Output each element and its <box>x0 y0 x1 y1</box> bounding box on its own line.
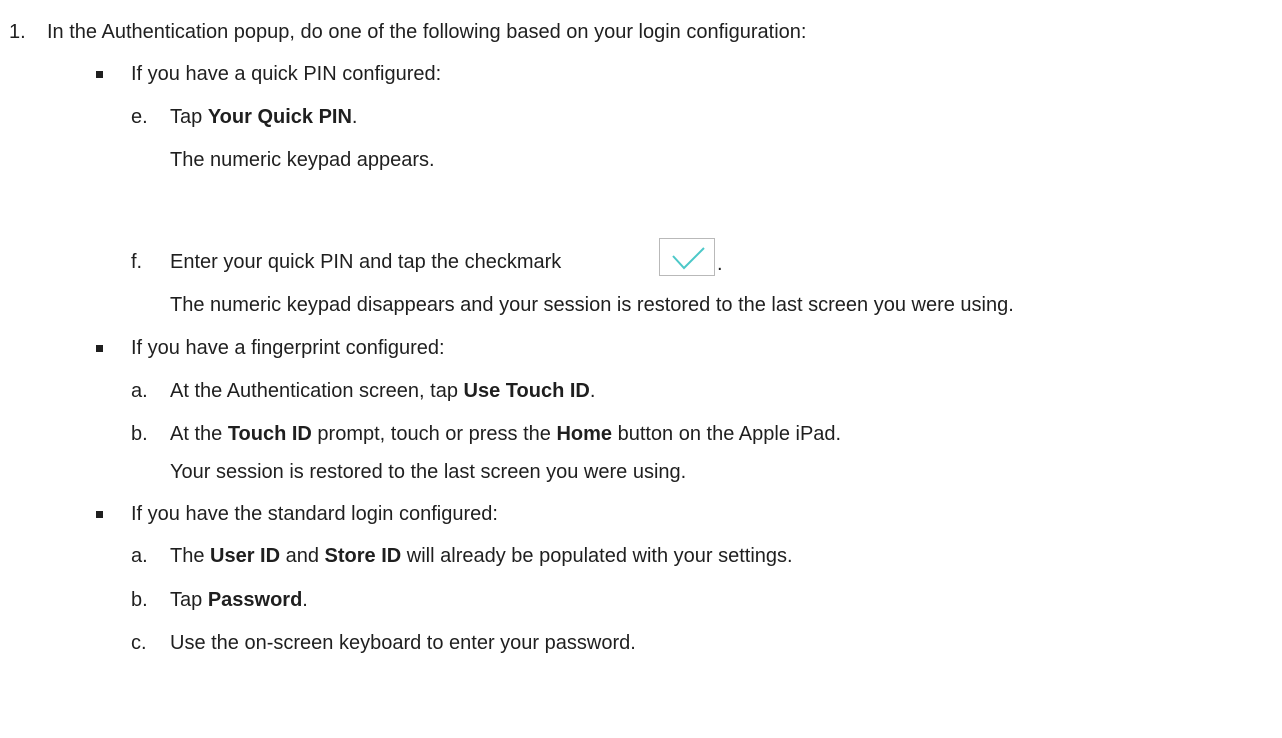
fingerprint-b-marker: b. <box>131 423 148 445</box>
fingerprint-a-post: . <box>589 380 596 402</box>
step-f-result: The numeric keypad disappears and your s… <box>170 294 1014 316</box>
standard-a-pre: The <box>170 545 211 567</box>
fingerprint-a-marker: a. <box>131 380 148 402</box>
bullet-icon <box>96 345 103 352</box>
fingerprint-b-text: At the Touch ID prompt, touch or press t… <box>170 421 841 447</box>
bullet-icon <box>96 71 103 78</box>
standard-b-text: Tap Password. <box>170 587 308 613</box>
standard-c-marker: c. <box>131 632 147 654</box>
fingerprint-b-result: Your session is restored to the last scr… <box>170 461 687 483</box>
standard-a-bold1: User ID <box>210 545 281 567</box>
standard-a-bold2: Store ID <box>324 545 402 567</box>
standard-b-post: . <box>302 589 308 611</box>
standard-a-mid: and <box>280 545 325 567</box>
fingerprint-b-pre: At the <box>170 423 228 445</box>
step-e-text: Tap Your Quick PIN. <box>170 104 357 130</box>
fingerprint-b-bold2: Home <box>556 423 613 445</box>
fingerprint-b-post: button on the Apple iPad. <box>612 423 842 445</box>
step-e-post: . <box>351 106 358 128</box>
standard-b-pre: Tap <box>170 589 208 611</box>
fingerprint-a-text: At the Authentication screen, tap Use To… <box>170 378 595 404</box>
fingerprint-a-bold: Use Touch ID <box>463 380 590 402</box>
quick-pin-heading: If you have a quick PIN configured: <box>131 63 442 85</box>
standard-a-post: will already be populated with your sett… <box>401 545 793 567</box>
standard-b-bold: Password <box>207 589 303 611</box>
bullet-icon <box>96 511 103 518</box>
fingerprint-b-mid: prompt, touch or press the <box>311 423 557 445</box>
step-instruction: In the Authentication popup, do one of t… <box>47 21 807 43</box>
fingerprint-a-pre: At the Authentication screen, tap <box>170 380 464 402</box>
step-f-text: Enter your quick PIN and tap the checkma… <box>170 251 562 273</box>
step-e-pre: Tap <box>170 106 208 128</box>
checkmark-icon <box>659 238 715 276</box>
standard-b-marker: b. <box>131 589 148 611</box>
fingerprint-b-bold1: Touch ID <box>227 423 312 445</box>
standard-heading: If you have the standard login configure… <box>131 503 498 525</box>
standard-c-text: Use the on-screen keyboard to enter your… <box>170 632 636 654</box>
standard-a-text: The User ID and Store ID will already be… <box>170 543 793 569</box>
step-e-bold: Your Quick PIN <box>207 106 352 128</box>
step-number: 1. <box>9 21 26 43</box>
fingerprint-heading: If you have a fingerprint configured: <box>131 337 445 359</box>
step-f-period: . <box>717 253 723 275</box>
step-e-marker: e. <box>131 106 148 128</box>
standard-a-marker: a. <box>131 545 148 567</box>
step-e-result: The numeric keypad appears. <box>170 149 435 171</box>
step-f-marker: f. <box>131 251 143 273</box>
